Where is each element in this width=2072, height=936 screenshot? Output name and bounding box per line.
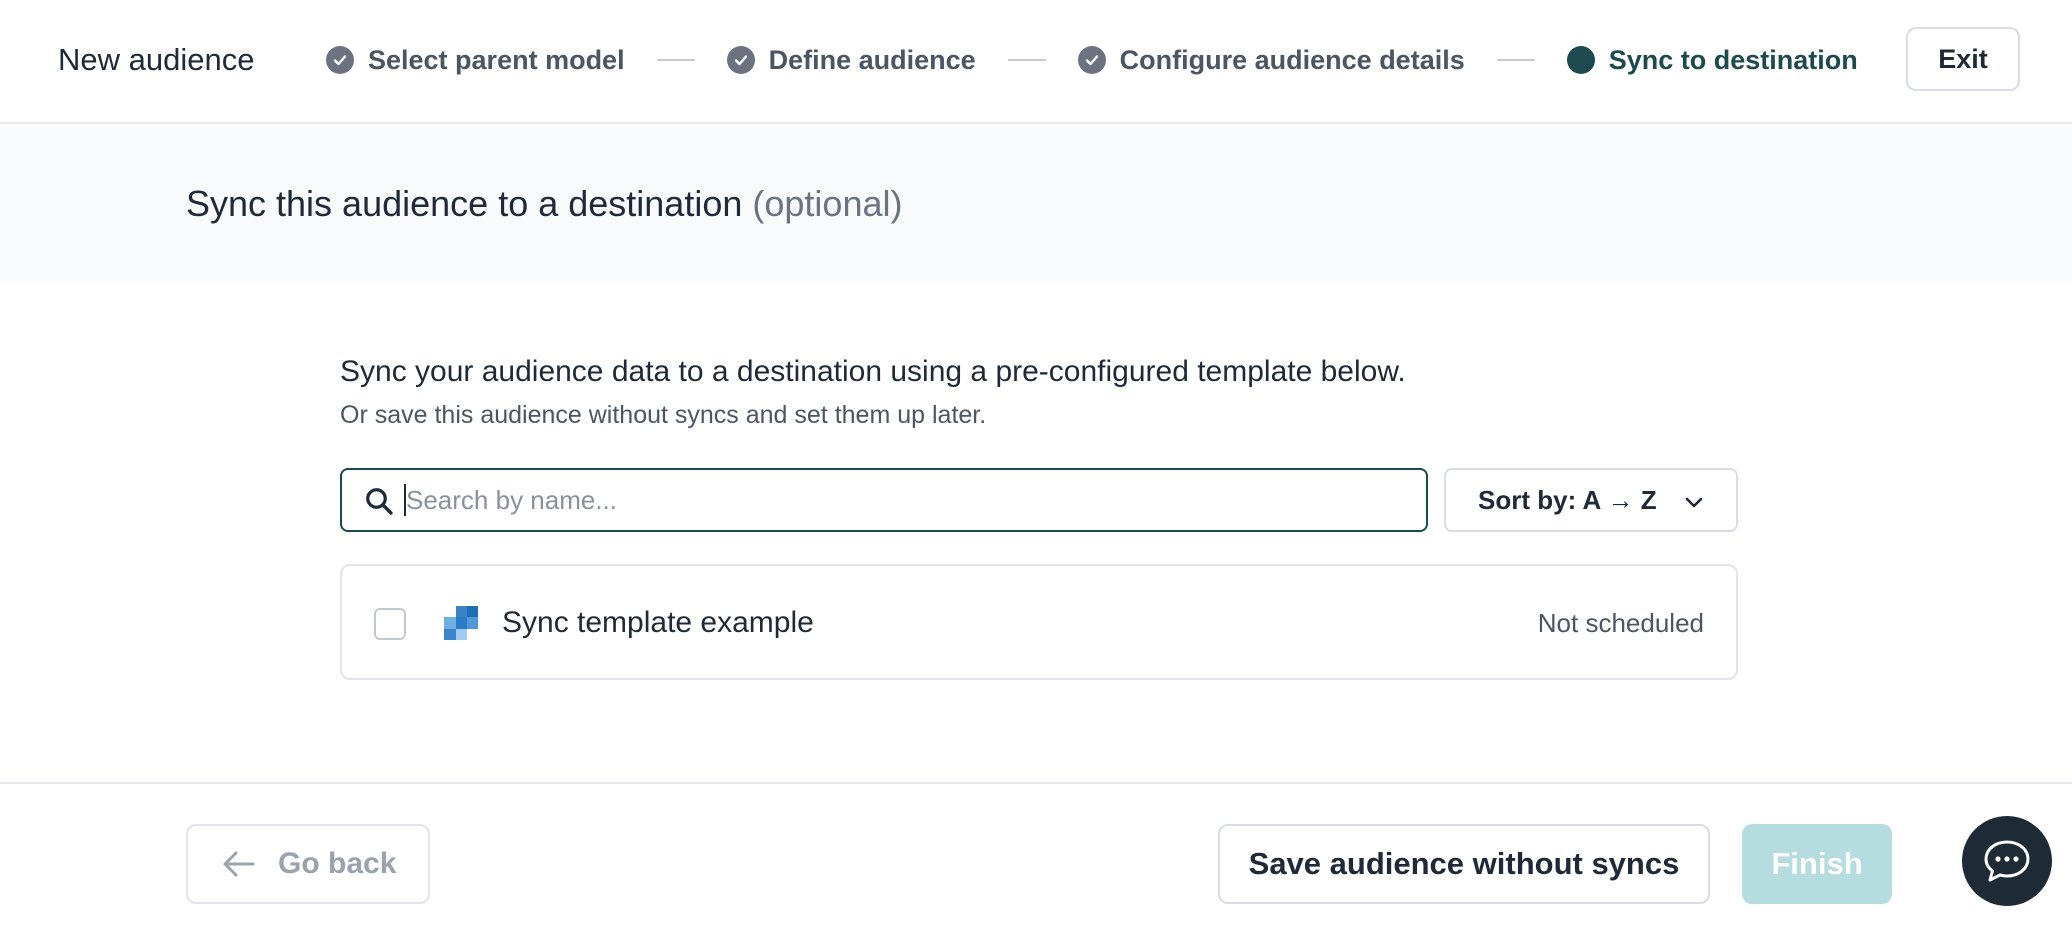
check-circle-icon — [1077, 46, 1106, 74]
step-label: Configure audience details — [1119, 44, 1465, 75]
search-icon — [366, 488, 393, 515]
section-title-text: Sync this audience to a destination — [186, 183, 743, 224]
step-sync-to-destination: Sync to destination — [1566, 44, 1858, 76]
go-back-button[interactable]: Go back — [186, 824, 430, 904]
check-circle-icon — [726, 46, 755, 74]
intro-heading: Sync your audience data to a destination… — [340, 355, 1406, 388]
page-title: New audience — [58, 42, 255, 77]
step-divider — [1007, 59, 1046, 61]
sort-label: Sort by: A → Z — [1478, 484, 1657, 515]
step-label: Select parent model — [368, 44, 625, 75]
sort-dropdown[interactable]: Sort by: A → Z — [1444, 468, 1738, 532]
text-caret — [404, 484, 406, 516]
section-title: Sync this audience to a destination (opt… — [186, 182, 902, 226]
template-logo-icon — [444, 606, 478, 640]
search-field[interactable] — [340, 468, 1428, 532]
template-schedule-status: Not scheduled — [1537, 608, 1704, 638]
optional-label: (optional) — [752, 183, 903, 224]
template-name: Sync template example — [502, 606, 814, 639]
step-divider — [1496, 59, 1535, 61]
section-banner: Sync this audience to a destination (opt… — [0, 126, 2072, 282]
chat-button[interactable] — [1962, 816, 2052, 906]
top-bar: New audience Select parent model Define … — [0, 0, 2072, 124]
go-back-label: Go back — [278, 847, 397, 880]
dot-icon — [1566, 46, 1595, 74]
step-divider — [656, 59, 695, 61]
search-input[interactable] — [406, 478, 1406, 522]
check-circle-icon — [326, 46, 354, 74]
step-configure-audience-details: Configure audience details — [1077, 44, 1465, 76]
step-label: Sync to destination — [1608, 44, 1858, 75]
template-list-item[interactable]: Sync template example Not scheduled — [340, 564, 1738, 680]
save-without-syncs-button[interactable]: Save audience without syncs — [1218, 824, 1710, 904]
step-define-audience: Define audience — [726, 44, 976, 76]
arrow-left-icon — [223, 851, 255, 877]
template-checkbox[interactable] — [374, 608, 406, 640]
step-select-parent-model: Select parent model — [326, 45, 625, 76]
progress-stepper: Select parent model Define audience Conf… — [326, 38, 1858, 82]
chevron-down-icon — [1685, 497, 1703, 508]
intro-subheading: Or save this audience without syncs and … — [340, 401, 987, 429]
footer-bar: Go back Save audience without syncs Fini… — [0, 782, 2072, 936]
exit-button[interactable]: Exit — [1906, 27, 2020, 91]
finish-button[interactable]: Finish — [1742, 824, 1892, 904]
step-label: Define audience — [768, 44, 976, 75]
chat-bubble-icon — [1984, 840, 2030, 882]
